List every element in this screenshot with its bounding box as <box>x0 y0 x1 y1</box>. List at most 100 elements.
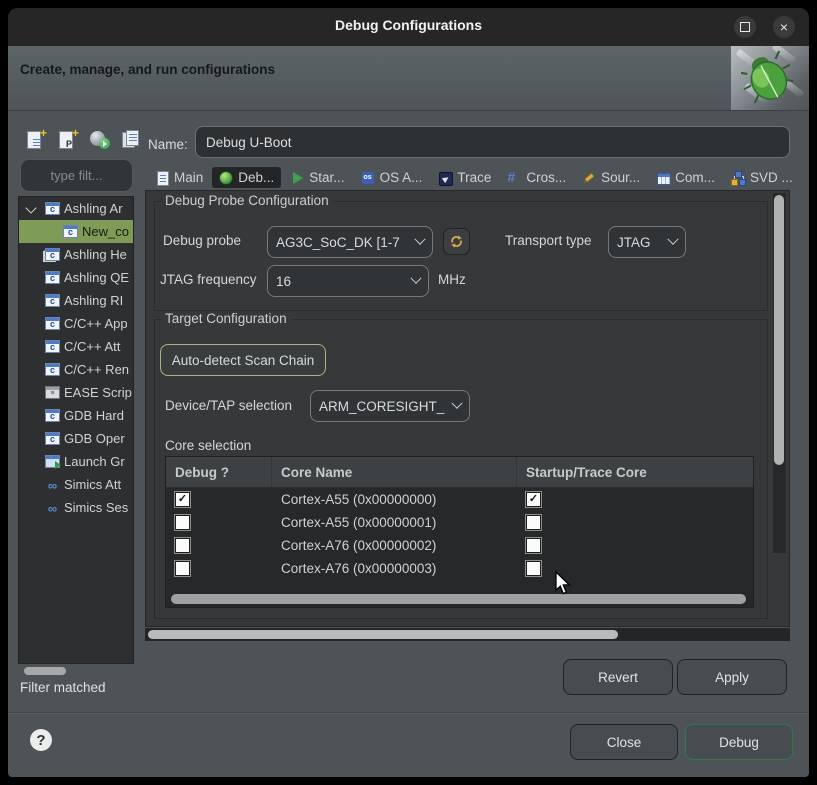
maximize-button[interactable] <box>734 16 756 38</box>
tab-main[interactable]: Main <box>148 167 210 188</box>
mhz-label: MHz <box>438 272 466 287</box>
tree-item-gdb-hardware[interactable]: c GDB Hard <box>19 404 133 427</box>
column-header-debug[interactable]: Debug ? <box>166 457 272 487</box>
tab-label: Cros... <box>526 170 566 185</box>
tree-item-cpp-remote[interactable]: c C/C++ Ren <box>19 358 133 381</box>
tab-os-awareness[interactable]: os OS A... <box>354 167 430 188</box>
button-label: Debug <box>719 735 759 750</box>
filter-input[interactable] <box>20 159 133 192</box>
tree-item-ease-script[interactable]: ≡ EASE Scrip <box>19 381 133 404</box>
chevron-down-icon <box>451 398 462 409</box>
apply-button[interactable]: Apply <box>677 659 787 695</box>
tree-item-simics-attach[interactable]: ∞ Simics Att <box>19 473 133 496</box>
vertical-scrollbar-track[interactable] <box>773 193 786 553</box>
tab-trace[interactable]: Trace <box>431 167 498 188</box>
close-button[interactable]: Close <box>570 724 678 760</box>
vertical-scrollbar-thumb[interactable] <box>774 195 784 465</box>
duplicate-button[interactable] <box>120 128 142 150</box>
table-row[interactable]: ✓ Cortex-A76 (0x00000002) ✓ <box>166 534 753 557</box>
help-button[interactable]: ? <box>30 729 52 751</box>
button-label: Close <box>607 735 642 750</box>
tab-label: SVD ... <box>750 170 793 185</box>
name-input[interactable] <box>195 126 790 158</box>
table-row[interactable]: ✓ Cortex-A76 (0x00000003) ✓ <box>166 557 753 580</box>
debug-checkbox[interactable]: ✓ <box>175 538 190 553</box>
c-application-icon: c <box>45 202 60 215</box>
startup-trace-checkbox[interactable]: ✓ <box>526 492 541 507</box>
tree-item-gdb-openocd[interactable]: c GDB Oper <box>19 427 133 450</box>
debug-checkbox[interactable]: ✓ <box>175 561 190 576</box>
column-header-core-name[interactable]: Core Name <box>272 457 517 487</box>
jtag-frequency-dropdown[interactable]: 16 <box>267 265 429 297</box>
tab-label: Sour... <box>601 170 640 185</box>
core-name-cell: Cortex-A55 (0x00000001) <box>272 515 517 530</box>
debug-button[interactable]: Debug <box>685 724 793 760</box>
chevron-down-icon <box>410 273 421 284</box>
tree-item-label: GDB Oper <box>64 431 125 446</box>
configurations-tree[interactable]: c Ashling Ar c New_co c Ashling He c Ash… <box>18 196 134 664</box>
tree-item-cpp-application[interactable]: c C/C++ App <box>19 312 133 335</box>
table-horizontal-scrollbar[interactable] <box>171 594 746 604</box>
tree-item-label: New_co <box>82 224 129 239</box>
horizontal-scrollbar-thumb[interactable] <box>148 630 618 639</box>
table-row[interactable]: ✓ Cortex-A55 (0x00000000) ✓ <box>166 488 753 511</box>
column-header-startup-trace[interactable]: Startup/Trace Core <box>517 457 753 487</box>
simics-icon: ∞ <box>45 501 60 514</box>
tree-item-ashling-qemu[interactable]: c Ashling QE <box>19 266 133 289</box>
play-icon <box>290 171 304 185</box>
tree-item-ashling-headless[interactable]: c Ashling He <box>19 243 133 266</box>
new-configuration-button[interactable]: + <box>24 128 46 150</box>
refresh-icon <box>449 234 464 249</box>
c-application-icon: c <box>63 225 78 238</box>
tab-label: Com... <box>675 170 715 185</box>
new-configuration-icon <box>27 131 41 149</box>
new-prototype-button[interactable]: P + <box>56 128 78 150</box>
tab-startup[interactable]: Star... <box>283 167 351 188</box>
refresh-probes-button[interactable] <box>443 228 470 255</box>
tree-item-ashling-arm[interactable]: c Ashling Ar <box>19 197 133 220</box>
tab-cross-trigger[interactable]: # Cros... <box>500 167 573 188</box>
tab-label: OS A... <box>380 170 423 185</box>
simics-icon: ∞ <box>45 478 60 491</box>
bug-icon <box>219 171 233 185</box>
transport-type-dropdown[interactable]: JTAG <box>608 226 686 258</box>
tree-item-label: Ashling RI <box>64 293 123 308</box>
tree-item-new-configuration[interactable]: c New_co <box>19 220 133 243</box>
startup-trace-checkbox[interactable]: ✓ <box>526 538 541 553</box>
configuration-tabs: Main Deb... Star... os OS A... Trace # C… <box>148 164 800 191</box>
tree-item-launch-group[interactable]: Launch Gr <box>19 450 133 473</box>
tree-horizontal-scrollbar[interactable] <box>24 667 66 675</box>
tab-svd[interactable]: SVD ... <box>724 167 800 188</box>
tree-item-ashling-riscfree[interactable]: c Ashling RI <box>19 289 133 312</box>
tree-item-simics-session[interactable]: ∞ Simics Ses <box>19 496 133 519</box>
tree-item-cpp-attach[interactable]: c C/C++ Att <box>19 335 133 358</box>
tab-common[interactable]: Com... <box>649 167 722 188</box>
c-application-icon: c <box>45 340 60 353</box>
debug-banner-image <box>731 46 809 110</box>
core-selection-table[interactable]: Debug ? Core Name Startup/Trace Core ✓ C… <box>165 456 754 608</box>
chevron-down-icon[interactable] <box>25 202 36 213</box>
autodetect-scan-chain-button[interactable]: Auto-detect Scan Chain <box>160 344 326 376</box>
close-window-button[interactable]: × <box>773 16 795 38</box>
horizontal-scrollbar-track[interactable] <box>145 628 790 641</box>
startup-trace-checkbox[interactable]: ✓ <box>526 515 541 530</box>
export-button[interactable] <box>88 128 110 150</box>
debug-checkbox[interactable]: ✓ <box>175 515 190 530</box>
core-name-cell: Cortex-A76 (0x00000003) <box>272 561 517 576</box>
jtag-frequency-label: JTAG frequency <box>160 272 257 287</box>
debug-probe-dropdown[interactable]: AG3C_SoC_DK [1-7 <box>267 226 433 258</box>
tab-source[interactable]: Sour... <box>575 167 647 188</box>
tree-item-label: Ashling QE <box>64 270 129 285</box>
tree-item-label: Ashling Ar <box>64 201 123 216</box>
footer-divider <box>8 712 809 713</box>
device-tap-dropdown[interactable]: ARM_CORESIGHT_ <box>310 390 470 422</box>
debug-checkbox[interactable]: ✓ <box>175 492 190 507</box>
startup-trace-checkbox[interactable]: ✓ <box>526 561 541 576</box>
table-row[interactable]: ✓ Cortex-A55 (0x00000001) ✓ <box>166 511 753 534</box>
title-bar[interactable]: Debug Configurations × <box>8 8 809 46</box>
maximize-icon <box>740 22 750 32</box>
tab-label: Star... <box>309 170 344 185</box>
tree-item-label: C/C++ App <box>64 316 128 331</box>
tab-debugger[interactable]: Deb... <box>212 167 281 188</box>
revert-button[interactable]: Revert <box>563 659 673 695</box>
